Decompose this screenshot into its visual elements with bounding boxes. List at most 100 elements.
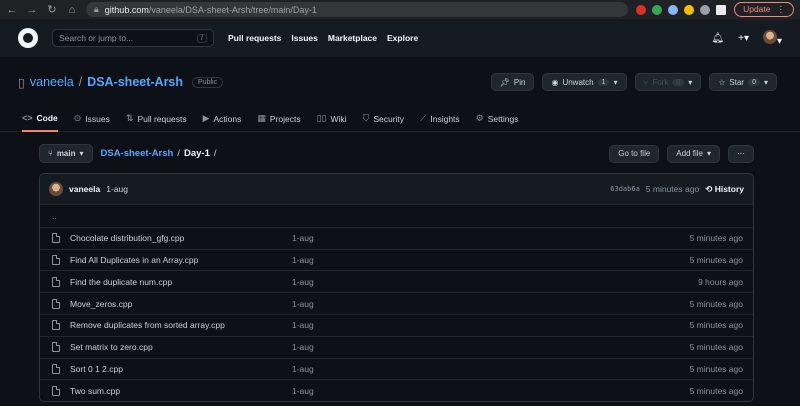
header-actions: 🔔︎ +▾ ▾ [711,29,782,47]
user-menu[interactable]: ▾ [762,29,782,47]
add-file-button[interactable]: Add file ▾ [667,144,720,163]
url-path: /vaneela/DSA-sheet-Arsh/tree/main/Day-1 [148,4,317,15]
file-row: Two sum.cpp 1-aug 5 minutes ago [40,379,753,401]
sidebar-icon[interactable] [716,4,727,15]
tab-settings[interactable]: ⚙ Settings [476,105,519,132]
chevron-down-icon[interactable]: ▾ [688,78,692,87]
nav-explore[interactable]: Explore [387,33,418,43]
commit-author[interactable]: vaneela [69,184,100,194]
file-name-link[interactable]: Chocolate distribution_gfg.cpp [70,233,292,243]
repo-icon: ▯ [18,75,25,90]
file-commit-message[interactable]: 1-aug [292,255,690,265]
shield-icon: ⛉ [362,113,370,123]
breadcrumb-repo-link[interactable]: DSA-sheet-Arsh [101,148,174,159]
puzzle-icon[interactable] [700,4,711,15]
breadcrumb: DSA-sheet-Arsh / Day-1 / [101,148,217,159]
file-icon [52,233,60,244]
file-row: Find All Duplicates in an Array.cpp 1-aug… [40,248,753,271]
latest-commit-bar: vaneela 1-aug 63dab6a 5 minutes ago ⟲ Hi… [40,174,753,205]
file-commit-message[interactable]: 1-aug [292,320,690,330]
search-input[interactable]: Search or jump to... / [52,29,214,47]
avatar[interactable] [49,182,63,196]
bell-icon[interactable]: 🔔︎ [711,33,724,44]
repo-header: ▯ vaneela / DSA-sheet-Arsh Public 📌︎ Pin … [0,57,800,91]
file-icon [52,276,60,287]
tab-wiki[interactable]: ▯▯ Wiki [317,105,347,132]
book-icon: ▯▯ [316,113,327,123]
branch-select-button[interactable]: ⑂ main ▾ [39,144,93,163]
unwatch-button[interactable]: ◉ Unwatch 1 ▾ [542,73,627,91]
extension-icon[interactable] [636,4,647,15]
file-name-link[interactable]: Set matrix to zero.cpp [70,342,292,352]
history-link[interactable]: ⟲ History [705,184,744,195]
star-count: 0 [748,78,760,86]
home-icon[interactable]: ⌂ [66,4,78,16]
file-name-link[interactable]: Find the duplicate num.cpp [70,277,292,287]
file-navigation: ⑂ main ▾ DSA-sheet-Arsh / Day-1 / Go to fi… [0,144,800,163]
graph-icon: ⟋ [420,113,427,123]
avatar [762,29,777,44]
chevron-down-icon[interactable]: ▾ [764,78,768,87]
pin-icon: 📌︎ [499,77,510,87]
clock-icon: ⟲ [705,183,713,194]
commit-message[interactable]: 1-aug [106,184,128,194]
lock-icon: 🔒︎ [94,4,99,14]
nav-marketplace[interactable]: Marketplace [328,33,377,43]
file-list-box: vaneela 1-aug 63dab6a 5 minutes ago ⟲ Hi… [39,173,754,403]
file-commit-message[interactable]: 1-aug [292,364,690,374]
commit-sha[interactable]: 63dab6a [610,185,640,193]
file-name-link[interactable]: Move_zeros.cpp [70,299,292,309]
plus-dropdown-icon[interactable]: +▾ [738,33,749,44]
tab-actions[interactable]: ▶ Actions [203,105,242,132]
file-commit-message[interactable]: 1-aug [292,342,690,352]
tab-security[interactable]: ⛉ Security [363,105,404,132]
top-nav: Pull requests Issues Marketplace Explore [228,33,418,43]
file-row: Chocolate distribution_gfg.cpp 1-aug 5 min… [40,226,753,249]
file-row: Find the duplicate num.cpp 1-aug 9 hours a… [40,270,753,292]
repo-owner-link[interactable]: vaneela [30,75,74,89]
tab-code[interactable]: <> Code [22,105,58,132]
star-button[interactable]: ☆ Star 0 ▾ [709,73,777,91]
file-row: Set matrix to zero.cpp 1-aug 5 minutes ago [40,335,753,358]
search-placeholder: Search or jump to... [59,33,134,43]
parent-directory-link[interactable]: .. [40,205,753,227]
repo-actions: 📌︎ Pin ◉ Unwatch 1 ▾ ⑂ Fork 0 ▾ ☆ Star 0 ▾ [490,73,777,91]
file-name-link[interactable]: Sort 0 1 2.cpp [70,364,292,374]
file-name-link[interactable]: Two sum.cpp [70,386,292,396]
eye-icon: ◉ [551,77,559,87]
tab-projects[interactable]: ▦ Projects [257,105,300,132]
nav-pull-requests[interactable]: Pull requests [228,33,281,43]
address-bar[interactable]: 🔒︎ github.com/vaneela/DSA-sheet-Arsh/tre… [86,2,629,17]
more-options-button[interactable]: ··· [728,144,754,163]
extension-icon[interactable] [668,4,679,15]
repo-tabs: <> Code ⊙ Issues ⇅ Pull requests ▶ Actions ▦… [0,105,800,132]
extensions-bar [636,4,727,15]
go-to-file-button[interactable]: Go to file [609,144,660,163]
file-commit-message[interactable]: 1-aug [292,299,690,309]
pin-button[interactable]: 📌︎ Pin [490,73,535,91]
extension-icon[interactable] [684,4,695,15]
nav-issues[interactable]: Issues [291,33,317,43]
github-logo-icon[interactable] [18,28,38,48]
file-row: Remove duplicates from sorted array.cpp 1… [40,313,753,336]
url-host: github.com [104,4,149,15]
fork-button[interactable]: ⑂ Fork 0 ▾ [634,73,702,91]
browser-update-button[interactable]: Update ⋮ [734,2,794,17]
repo-name-link[interactable]: DSA-sheet-Arsh [87,75,183,89]
file-name-link[interactable]: Find All Duplicates in an Array.cpp [70,255,292,265]
reload-icon[interactable]: ↻ [46,3,58,16]
tab-pull-requests[interactable]: ⇅ Pull requests [126,105,187,132]
chevron-down-icon: ▾ [613,77,618,87]
file-icon [52,254,60,265]
branch-icon: ⑂ [48,149,53,158]
extension-icon[interactable] [652,4,663,15]
file-commit-message[interactable]: 1-aug [292,277,698,287]
back-arrow-icon[interactable]: ← [6,4,18,16]
tab-insights[interactable]: ⟋ Insights [420,105,460,132]
file-commit-message[interactable]: 1-aug [292,386,690,396]
forward-arrow-icon[interactable]: → [26,4,38,16]
tab-issues[interactable]: ⊙ Issues [74,105,110,132]
star-icon: ☆ [718,77,726,87]
file-name-link[interactable]: Remove duplicates from sorted array.cpp [70,320,292,330]
file-commit-message[interactable]: 1-aug [292,233,690,243]
